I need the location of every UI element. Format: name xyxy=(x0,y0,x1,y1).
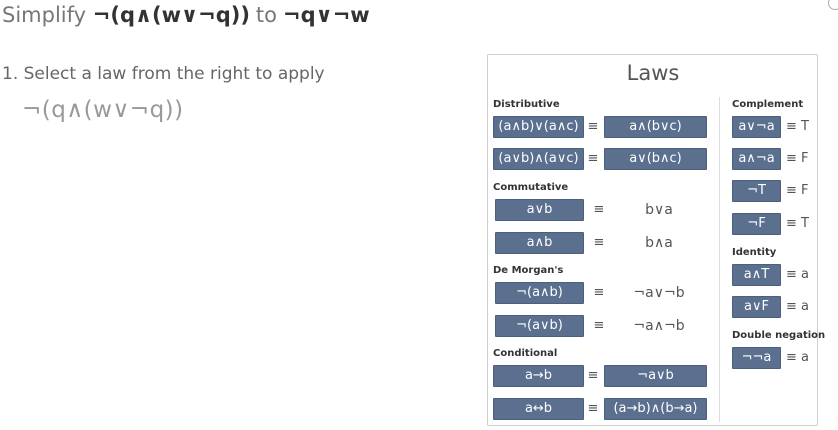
law-conditional-2-lhs-button[interactable]: a↔b xyxy=(493,398,584,420)
law-complement-2-button[interactable]: a∧¬a xyxy=(732,148,781,170)
section-demorgans: De Morgan's xyxy=(493,265,564,276)
corner-circle-icon xyxy=(828,0,838,10)
law-double-negation-rhs: ≡ a xyxy=(786,350,810,365)
section-conditional: Conditional xyxy=(493,348,558,359)
law-conditional-2-rhs-button[interactable]: (a→b)∧(b→a) xyxy=(604,398,707,420)
law-identity-2-rhs: ≡ a xyxy=(786,299,810,314)
law-commutative-2-button[interactable]: a∧b xyxy=(495,232,584,254)
title-expression: ¬(q∧(w∨¬q)) xyxy=(92,3,250,27)
law-commutative-2-rhs: b∧a xyxy=(645,235,673,251)
equiv-symbol: ≡ xyxy=(593,285,605,300)
equiv-symbol: ≡ xyxy=(587,401,599,416)
law-identity-2-button[interactable]: a∨F xyxy=(732,296,781,318)
equiv-symbol: ≡ xyxy=(593,202,605,217)
law-complement-4-button[interactable]: ¬F xyxy=(732,213,781,235)
laws-title: Laws xyxy=(626,61,680,85)
law-complement-3-rhs: ≡ F xyxy=(786,183,809,198)
law-demorgan-2-rhs: ¬a∧¬b xyxy=(633,318,685,334)
law-demorgan-1-button[interactable]: ¬(a∧b) xyxy=(495,282,584,304)
law-distributive-1-lhs-button[interactable]: (a∧b)∨(a∧c) xyxy=(493,116,584,138)
law-complement-1-rhs: ≡ T xyxy=(786,119,809,134)
section-identity: Identity xyxy=(732,247,777,258)
laws-divider xyxy=(719,97,720,422)
equiv-symbol: ≡ xyxy=(587,119,599,134)
law-double-negation-button[interactable]: ¬¬a xyxy=(732,347,781,369)
law-complement-4-rhs: ≡ T xyxy=(786,216,809,231)
law-conditional-1-lhs-button[interactable]: a→b xyxy=(493,365,584,387)
law-complement-1-button[interactable]: a∨¬a xyxy=(732,116,781,138)
law-demorgan-2-button[interactable]: ¬(a∨b) xyxy=(495,315,584,337)
title-prefix: Simplify xyxy=(2,3,87,27)
law-complement-2-rhs: ≡ F xyxy=(786,151,809,166)
law-identity-1-button[interactable]: a∧T xyxy=(732,264,781,286)
equiv-symbol: ≡ xyxy=(593,318,605,333)
step-instruction: 1. Select a law from the right to apply xyxy=(2,64,325,84)
problem-title: Simplify ¬(q∧(w∨¬q)) to ¬q∨¬w xyxy=(2,3,370,27)
title-connector: to xyxy=(255,3,278,27)
section-double-negation: Double negation xyxy=(732,330,826,341)
current-expression: ¬(q∧(w∨¬q)) xyxy=(22,97,184,123)
law-distributive-2-rhs-button[interactable]: a∨(b∧c) xyxy=(604,148,707,170)
title-target: ¬q∨¬w xyxy=(283,3,370,27)
law-commutative-1-button[interactable]: a∨b xyxy=(495,199,584,221)
equiv-symbol: ≡ xyxy=(587,368,599,383)
equiv-symbol: ≡ xyxy=(587,151,599,166)
laws-panel: Laws Distributive (a∧b)∨(a∧c) ≡ a∧(b∨c) … xyxy=(487,54,825,426)
law-demorgan-1-rhs: ¬a∨¬b xyxy=(633,285,685,301)
law-conditional-1-rhs-button[interactable]: ¬a∨b xyxy=(604,365,707,387)
law-commutative-1-rhs: b∨a xyxy=(645,202,673,218)
section-commutative: Commutative xyxy=(493,182,569,193)
law-distributive-2-lhs-button[interactable]: (a∨b)∧(a∨c) xyxy=(493,148,584,170)
law-complement-3-button[interactable]: ¬T xyxy=(732,180,781,202)
law-distributive-1-rhs-button[interactable]: a∧(b∨c) xyxy=(604,116,707,138)
section-distributive: Distributive xyxy=(493,99,560,110)
law-identity-1-rhs: ≡ a xyxy=(786,267,810,282)
equiv-symbol: ≡ xyxy=(593,235,605,250)
section-complement: Complement xyxy=(732,99,804,110)
